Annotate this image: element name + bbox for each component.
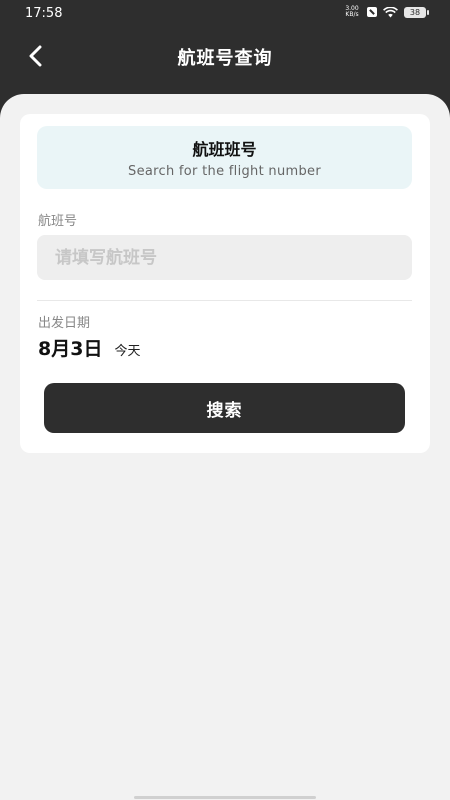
status-time: 17:58 xyxy=(25,6,63,21)
content-sheet: 航班班号 Search for the flight number 航班号 出发… xyxy=(0,94,450,800)
network-speed: 3.00 KB/s xyxy=(343,6,361,18)
departure-date-day: 今天 xyxy=(114,344,141,359)
notification-icon xyxy=(367,7,377,17)
search-card: 航班班号 Search for the flight number 航班号 出发… xyxy=(20,114,430,453)
banner-title: 航班班号 xyxy=(192,140,257,159)
flight-number-input[interactable] xyxy=(37,235,412,280)
battery-indicator: 38 xyxy=(404,6,429,18)
nav-bar: 航班号查询 xyxy=(0,36,450,76)
home-indicator[interactable] xyxy=(134,796,316,799)
divider xyxy=(37,300,412,301)
network-speed-unit: KB/s xyxy=(345,11,359,18)
flight-search-screen: 17:58 3.00 KB/s 38 航班号查询 航班班号 Search for… xyxy=(0,0,450,800)
search-banner: 航班班号 Search for the flight number xyxy=(37,126,412,189)
status-bar: 17:58 3.00 KB/s 38 xyxy=(0,0,450,28)
wifi-icon xyxy=(383,6,398,18)
departure-date-value: 8月3日 xyxy=(38,338,103,360)
status-icons: 3.00 KB/s 38 xyxy=(343,6,429,18)
banner-subtitle: Search for the flight number xyxy=(128,164,321,179)
search-button[interactable]: 搜索 xyxy=(44,383,405,433)
departure-date-picker[interactable]: 8月3日 今天 xyxy=(38,334,140,362)
page-title: 航班号查询 xyxy=(177,48,273,69)
departure-date-label: 出发日期 xyxy=(38,316,91,331)
flight-number-label: 航班号 xyxy=(38,214,78,229)
